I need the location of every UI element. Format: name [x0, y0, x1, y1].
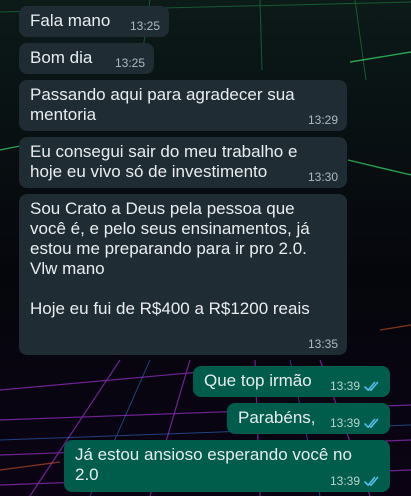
double-check-read-icon: [364, 418, 379, 428]
message-meta: 13:29: [308, 113, 338, 127]
message-text: Passando aqui para agradecer sua mentori…: [30, 85, 295, 124]
message-meta: 13:25: [115, 56, 145, 70]
double-check-read-icon: [364, 476, 379, 486]
message-text: Que top irmão: [204, 371, 312, 390]
message-text: Fala mano: [30, 11, 111, 30]
message-text: Sou Crato a Deus pela pessoa que você é,…: [30, 199, 310, 318]
message-time: 13:29: [307, 113, 338, 127]
incoming-message[interactable]: Bom dia 13:25: [19, 43, 154, 74]
message-time: 13:35: [307, 337, 338, 351]
outgoing-message[interactable]: Parabéns, 13:39: [227, 403, 390, 434]
message-meta: 13:35: [308, 337, 338, 351]
incoming-message[interactable]: Eu consegui sair do meu trabalho e hoje …: [19, 137, 347, 188]
message-time: 13:25: [114, 56, 145, 70]
outgoing-message[interactable]: Já estou ansioso esperando você no 2.0 1…: [64, 440, 390, 492]
conversation[interactable]: Fala mano 13:25 Bom dia 13:25 Passando a…: [0, 0, 411, 496]
incoming-message[interactable]: Fala mano 13:25: [19, 6, 169, 37]
message-text: Bom dia: [30, 48, 93, 67]
outgoing-message[interactable]: Que top irmão 13:39: [193, 366, 390, 397]
message-meta: 13:39: [330, 416, 381, 430]
message-time: 13:39: [329, 379, 360, 393]
message-time: 13:39: [329, 416, 360, 430]
incoming-message[interactable]: Passando aqui para agradecer sua mentori…: [19, 80, 347, 131]
message-meta: 13:25: [130, 19, 160, 33]
message-time: 13:25: [129, 19, 160, 33]
message-meta: 13:39: [330, 474, 381, 488]
message-text: Parabéns,: [238, 408, 316, 427]
double-check-read-icon: [364, 381, 379, 391]
message-meta: 13:30: [308, 170, 338, 184]
message-time: 13:30: [307, 170, 338, 184]
message-text: Eu consegui sair do meu trabalho e hoje …: [30, 142, 298, 181]
incoming-message[interactable]: Sou Crato a Deus pela pessoa que você é,…: [19, 194, 347, 355]
message-meta: 13:39: [330, 379, 381, 393]
message-time: 13:39: [329, 474, 360, 488]
